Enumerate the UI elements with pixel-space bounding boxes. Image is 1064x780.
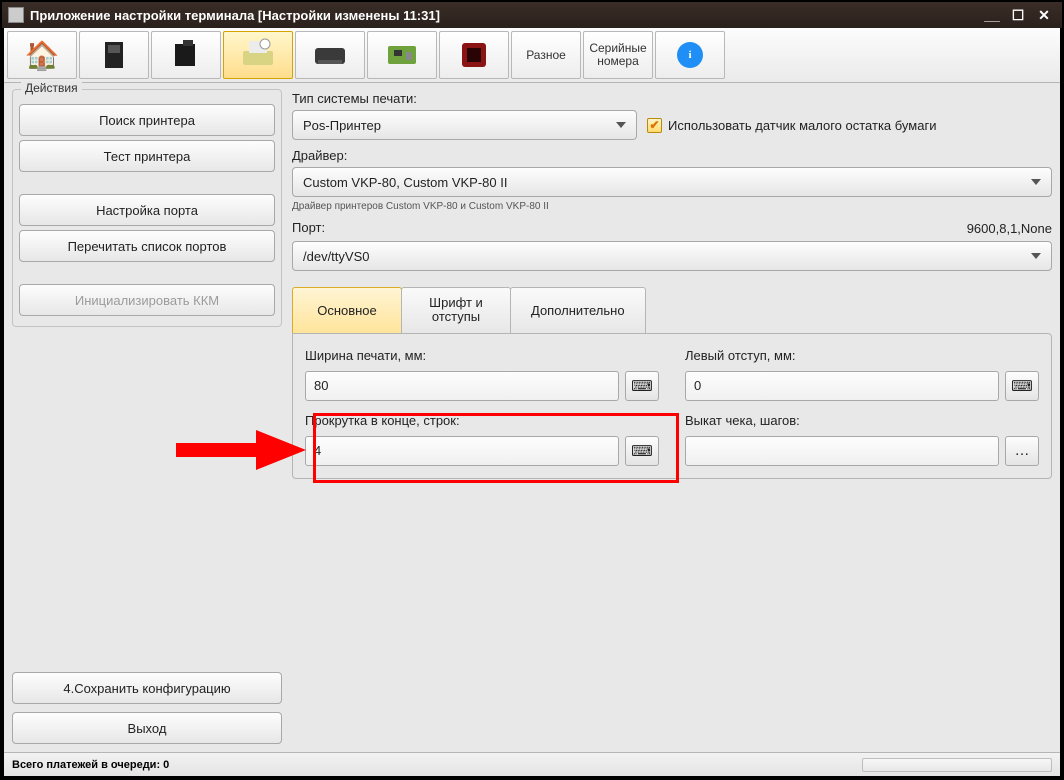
tab-font[interactable]: Шрифт и отступы [401, 287, 511, 333]
toolbar-device1-button[interactable] [79, 31, 149, 79]
exit-button[interactable]: Выход [12, 712, 282, 744]
tab-strip: Основное Шрифт и отступы Дополнительно [292, 287, 1052, 333]
driver-label: Драйвер: [292, 148, 1052, 163]
print-system-value: Pos-Принтер [303, 118, 381, 133]
port-value: /dev/ttyVS0 [303, 249, 369, 264]
toolbar-misc-label: Разное [526, 48, 566, 62]
app-icon [8, 7, 24, 23]
check-icon: ✔ [647, 118, 662, 133]
toolbar-serials-button[interactable]: Серийные номера [583, 31, 653, 79]
print-width-label: Ширина печати, мм: [305, 348, 659, 363]
minimize-button[interactable]: __ [980, 6, 1004, 24]
close-button[interactable]: ✕ [1032, 6, 1056, 24]
driver-note: Драйвер принтеров Custom VKP-80 и Custom… [292, 201, 1052, 212]
keyboard-button-left[interactable]: ⌨ [1005, 371, 1039, 401]
find-printer-button[interactable]: Поиск принтера [19, 104, 275, 136]
print-system-label: Тип системы печати: [292, 91, 1052, 106]
toolbar: 🏠 Разное Серийные номера i [4, 28, 1060, 83]
scanner-icon [452, 35, 496, 75]
info-icon: i [677, 42, 703, 68]
content-area: Тип системы печати: Pos-Принтер ✔ Исполь… [292, 89, 1052, 748]
status-text: Всего платежей в очереди: 0 [12, 759, 169, 771]
save-config-button[interactable]: 4.Сохранить конфигурацию [12, 672, 282, 704]
status-progress [862, 758, 1052, 772]
left-margin-input[interactable]: 0 [685, 371, 999, 401]
eject-input[interactable] [685, 436, 999, 466]
left-margin-label: Левый отступ, мм: [685, 348, 1039, 363]
init-kkm-button[interactable]: Инициализировать ККМ [19, 284, 275, 316]
scroll-input[interactable]: 4 [305, 436, 619, 466]
house-icon: 🏠 [20, 35, 64, 75]
port-label: Порт: [292, 220, 325, 235]
statusbar: Всего платежей в очереди: 0 [4, 752, 1060, 776]
keyboard-icon: ⌨ [631, 377, 653, 395]
modem-icon [308, 35, 352, 75]
left-margin-field: Левый отступ, мм: 0 ⌨ [685, 346, 1039, 401]
port-setup-button[interactable]: Настройка порта [19, 194, 275, 226]
port-select[interactable]: /dev/ttyVS0 [292, 241, 1052, 271]
more-button-eject[interactable]: … [1005, 436, 1039, 466]
toolbar-board-button[interactable] [367, 31, 437, 79]
device-icon [92, 35, 136, 75]
toolbar-printer-button[interactable] [223, 31, 293, 79]
device2-icon [164, 35, 208, 75]
print-system-select[interactable]: Pos-Принтер [292, 110, 637, 140]
toolbar-scanner-button[interactable] [439, 31, 509, 79]
keyboard-icon: ⌨ [631, 442, 653, 460]
eject-label: Выкат чека, шагов: [685, 413, 1039, 428]
toolbar-misc-button[interactable]: Разное [511, 31, 581, 79]
driver-select[interactable]: Custom VKP-80, Custom VKP-80 II [292, 167, 1052, 197]
ellipsis-icon: … [1015, 442, 1030, 459]
reread-ports-button[interactable]: Перечитать список портов [19, 230, 275, 262]
sidebar: Действия Поиск принтера Тест принтера На… [12, 89, 282, 748]
toolbar-device2-button[interactable] [151, 31, 221, 79]
keyboard-button-width[interactable]: ⌨ [625, 371, 659, 401]
print-width-field: Ширина печати, мм: 80 ⌨ [305, 346, 659, 401]
maximize-button[interactable]: ☐ [1006, 6, 1030, 24]
toolbar-modem-button[interactable] [295, 31, 365, 79]
keyboard-icon: ⌨ [1011, 377, 1033, 395]
paper-sensor-label: Использовать датчик малого остатка бумаг… [668, 118, 936, 133]
actions-legend: Действия [21, 81, 82, 95]
driver-value: Custom VKP-80, Custom VKP-80 II [303, 175, 507, 190]
actions-group: Действия Поиск принтера Тест принтера На… [12, 89, 282, 327]
eject-field: Выкат чека, шагов: … [685, 411, 1039, 466]
keyboard-button-scroll[interactable]: ⌨ [625, 436, 659, 466]
window-title: Приложение настройки терминала [Настройк… [30, 8, 440, 23]
titlebar: Приложение настройки терминала [Настройк… [2, 2, 1062, 28]
circuit-board-icon [380, 35, 424, 75]
paper-sensor-checkbox[interactable]: ✔ Использовать датчик малого остатка бум… [647, 118, 936, 133]
scroll-label: Прокрутка в конце, строк: [305, 413, 659, 428]
scroll-field: Прокрутка в конце, строк: 4 ⌨ [305, 411, 659, 466]
tab-main[interactable]: Основное [292, 287, 402, 333]
tab-main-pane: Ширина печати, мм: 80 ⌨ Левый отступ, мм… [292, 333, 1052, 479]
print-width-input[interactable]: 80 [305, 371, 619, 401]
tab-extra[interactable]: Дополнительно [510, 287, 646, 333]
test-printer-button[interactable]: Тест принтера [19, 140, 275, 172]
toolbar-serials-label: Серийные номера [589, 42, 646, 68]
port-params: 9600,8,1,None [967, 221, 1052, 236]
toolbar-info-button[interactable]: i [655, 31, 725, 79]
printer-icon [236, 35, 280, 75]
toolbar-home-button[interactable]: 🏠 [7, 31, 77, 79]
